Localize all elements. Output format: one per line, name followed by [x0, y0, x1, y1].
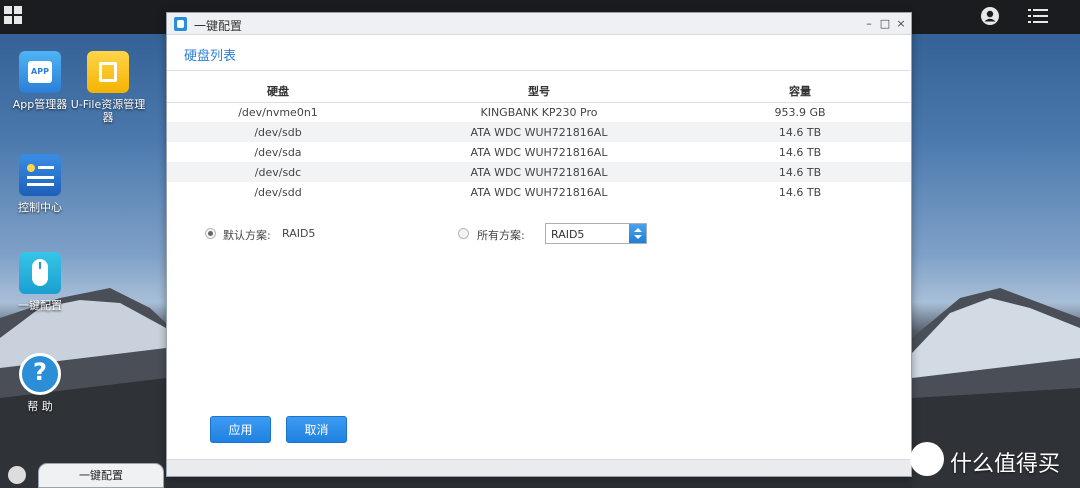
user-icon[interactable] — [980, 6, 1000, 26]
desktop-one-click-config[interactable]: 一键配置 — [0, 252, 80, 312]
disk-capacity: 14.6 TB — [689, 122, 911, 142]
disk-model: KINGBANK KP230 Pro — [480, 105, 598, 119]
raid-scheme-select[interactable]: RAID5 — [545, 223, 647, 244]
control-panel-icon — [19, 154, 61, 196]
minimize-button[interactable]: – — [863, 17, 875, 30]
maximize-button[interactable]: □ — [879, 17, 891, 30]
desktop-icon-label: U-File资源管理器 — [70, 98, 146, 124]
desktop-help[interactable]: ? 帮 助 — [0, 353, 80, 413]
taskbar-item-one-click-config[interactable]: 一键配置 — [38, 463, 164, 488]
help-icon: ? — [19, 353, 61, 395]
apply-button[interactable]: 应用 — [210, 416, 271, 443]
table-row: /dev/nvme0n1 KINGBANK KP230 Pro 953.9 GB — [167, 102, 911, 122]
table-row: /dev/sdd ATA WDC WUH721816AL 14.6 TB — [167, 182, 911, 202]
one-click-config-window: 一键配置 – □ × 硬盘列表 硬盘 型号 容量 /dev/nvme0n1 KI… — [166, 12, 912, 477]
mouse-icon — [19, 252, 61, 294]
column-header: 硬盘 — [167, 80, 389, 103]
column-header: 容量 — [689, 80, 911, 103]
default-scheme-value: RAID5 — [282, 227, 316, 240]
watermark-text: 什么值得买 — [950, 452, 1061, 477]
desktop-icon-label: 控制中心 — [18, 201, 62, 214]
close-button[interactable]: × — [895, 17, 907, 30]
desktop-icon-label: 帮 助 — [27, 400, 53, 413]
disk-device: /dev/sdb — [167, 122, 389, 142]
disk-model: ATA WDC WUH721816AL — [470, 185, 608, 199]
default-scheme-label: 默认方案: — [223, 229, 271, 242]
app-grid-icon[interactable] — [4, 6, 22, 24]
disk-device: /dev/sdd — [254, 185, 302, 199]
window-titlebar[interactable]: 一键配置 – □ × — [167, 13, 911, 35]
all-schemes-radio[interactable] — [458, 228, 469, 239]
menu-list-icon[interactable] — [1028, 8, 1048, 24]
disk-capacity: 14.6 TB — [778, 185, 822, 199]
disk-model: ATA WDC WUH721816AL — [389, 162, 689, 182]
select-arrows-icon — [629, 224, 646, 243]
disk-model: ATA WDC WUH721816AL — [389, 122, 689, 142]
disk-capacity: 14.6 TB — [778, 145, 822, 159]
default-scheme-radio[interactable] — [205, 228, 216, 239]
column-header: 型号 — [389, 80, 689, 103]
app-store-icon: APP — [19, 51, 61, 93]
disk-model: ATA WDC WUH721816AL — [470, 145, 608, 159]
disk-capacity: 953.9 GB — [774, 105, 826, 119]
table-row: /dev/sda ATA WDC WUH721816AL 14.6 TB — [167, 142, 911, 162]
raid-scheme-select-value: RAID5 — [551, 228, 585, 241]
window-title: 一键配置 — [194, 19, 243, 33]
folder-icon — [87, 51, 129, 93]
disk-device: /dev/sda — [254, 145, 302, 159]
table-row: /dev/sdb ATA WDC WUH721816AL 14.6 TB — [167, 122, 911, 142]
watermark-logo-icon — [910, 442, 944, 476]
window-app-icon — [174, 17, 187, 31]
desktop-control-center[interactable]: 控制中心 — [0, 154, 80, 214]
desktop-ufile-manager[interactable]: U-File资源管理器 — [68, 51, 148, 124]
disk-device: /dev/nvme0n1 — [238, 105, 318, 119]
raid-scheme-row: 默认方案: RAID5 所有方案: RAID5 — [167, 220, 911, 260]
all-schemes-label: 所有方案: — [477, 229, 525, 242]
window-status-bar — [167, 459, 911, 476]
disk-device: /dev/sdc — [167, 162, 389, 182]
cancel-button[interactable]: 取消 — [286, 416, 347, 443]
disk-table: 硬盘 型号 容量 /dev/nvme0n1 KINGBANK KP230 Pro… — [167, 80, 911, 202]
desktop-icon-label: 一键配置 — [18, 299, 62, 312]
section-title: 硬盘列表 — [167, 35, 911, 71]
disk-capacity: 14.6 TB — [689, 162, 911, 182]
table-row: /dev/sdc ATA WDC WUH721816AL 14.6 TB — [167, 162, 911, 182]
table-header-row: 硬盘 型号 容量 — [167, 80, 911, 103]
system-logo-icon[interactable] — [8, 466, 26, 484]
